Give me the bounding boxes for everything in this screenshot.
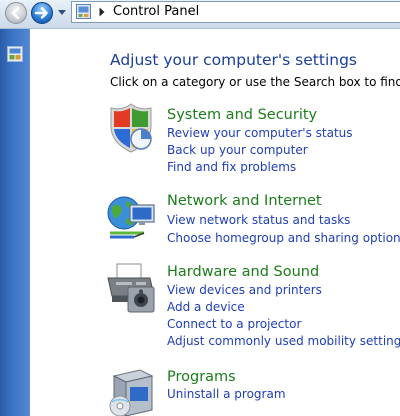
forward-arrow-icon — [34, 7, 48, 19]
main-content: Adjust your computer's settings Click on… — [30, 29, 400, 416]
forward-button[interactable] — [31, 2, 53, 24]
programs-box-icon[interactable] — [104, 366, 158, 416]
printer-icon[interactable] — [104, 262, 158, 314]
shield-icon[interactable] — [104, 102, 158, 154]
network-globe-icon[interactable] — [104, 193, 158, 245]
back-button[interactable] — [5, 2, 27, 24]
category-network-and-internet[interactable]: Network and Internet — [167, 193, 322, 209]
control-panel-icon — [76, 4, 91, 19]
address-bar[interactable]: Control Panel — [71, 1, 400, 23]
back-arrow-icon — [11, 6, 20, 20]
control-panel-window: Control Panel Adjust your computer's set… — [0, 0, 400, 416]
link-mobility-settings[interactable]: Adjust commonly used mobility settings — [167, 334, 400, 348]
link-find-and-fix-problems[interactable]: Find and fix problems — [167, 160, 296, 174]
breadcrumb-arrow-icon[interactable] — [98, 6, 106, 18]
category-hardware-and-sound[interactable]: Hardware and Sound — [167, 264, 319, 280]
link-review-computer-status[interactable]: Review your computer's status — [167, 126, 353, 140]
category-system-and-security[interactable]: System and Security — [167, 107, 317, 123]
chevron-down-icon — [58, 10, 66, 15]
category-programs[interactable]: Programs — [167, 369, 236, 385]
control-panel-home-icon[interactable] — [7, 46, 23, 62]
link-view-devices-printers[interactable]: View devices and printers — [167, 283, 322, 297]
link-add-device[interactable]: Add a device — [167, 300, 245, 314]
page-subtitle: Click on a category or use the Search bo… — [110, 75, 400, 89]
link-uninstall-program[interactable]: Uninstall a program — [167, 387, 286, 401]
link-connect-projector[interactable]: Connect to a projector — [167, 317, 301, 331]
link-view-network-status[interactable]: View network status and tasks — [167, 213, 350, 227]
recent-pages-dropdown[interactable] — [57, 6, 67, 20]
left-pane — [0, 29, 30, 416]
link-homegroup-sharing[interactable]: Choose homegroup and sharing options — [167, 231, 400, 245]
breadcrumb-control-panel[interactable]: Control Panel — [113, 4, 199, 20]
page-title: Adjust your computer's settings — [110, 51, 357, 69]
navigation-bar: Control Panel — [0, 0, 400, 29]
link-back-up-computer[interactable]: Back up your computer — [167, 143, 308, 157]
